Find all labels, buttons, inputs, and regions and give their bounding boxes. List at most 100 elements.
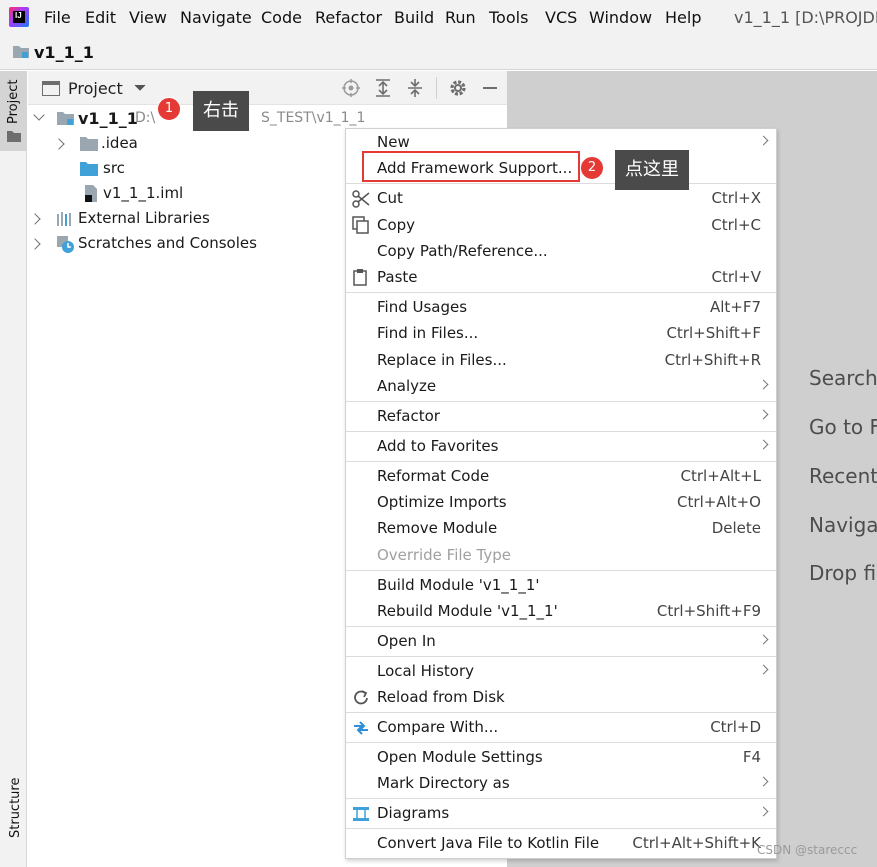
tree-row-external-libraries[interactable]: External Libraries	[28, 208, 346, 230]
shortcut-optimize-imports: Ctrl+Alt+O	[677, 493, 761, 511]
menu-item-remove-module[interactable]: Remove Module	[377, 519, 497, 537]
shortcut-remove-module: Delete	[711, 519, 761, 537]
menu-separator	[346, 401, 776, 402]
window-title: v1_1_1 [D:\PROJDISK	[734, 8, 877, 27]
structure-tab-label[interactable]: Structure	[8, 778, 23, 838]
editor-hint-goto: Go to F	[809, 415, 877, 439]
tree-row-root[interactable]: v1_1_1 D:\ S_TEST\v1_1_1	[28, 108, 507, 130]
left-tool-strip	[0, 71, 27, 867]
project-panel-title[interactable]: Project	[68, 79, 123, 98]
breadcrumb-project[interactable]: v1_1_1	[34, 43, 94, 62]
menu-code[interactable]: Code	[261, 8, 302, 27]
shortcut-paste: Ctrl+V	[711, 268, 761, 286]
shortcut-reformat-code: Ctrl+Alt+L	[680, 467, 762, 485]
menu-item-cut[interactable]: Cut	[377, 189, 403, 207]
menu-item-reload-from-disk[interactable]: Reload from Disk	[377, 688, 505, 706]
menu-item-paste[interactable]: Paste	[377, 268, 418, 286]
chevron-right-icon[interactable]	[29, 238, 41, 250]
step-badge-1: 1	[157, 97, 181, 121]
collapse-all-icon[interactable]	[405, 78, 425, 98]
menu-run[interactable]: Run	[445, 8, 476, 27]
shortcut-cut: Ctrl+X	[711, 189, 761, 207]
menu-separator	[346, 431, 776, 432]
tree-row-idea[interactable]: .idea	[28, 133, 346, 155]
menu-item-mark-directory-as[interactable]: Mark Directory as	[377, 774, 510, 792]
scratches-icon	[57, 236, 74, 253]
menu-item-build-module[interactable]: Build Module 'v1_1_1'	[377, 576, 540, 594]
menu-item-find-in-files[interactable]: Find in Files...	[377, 324, 478, 342]
expand-all-icon[interactable]	[373, 78, 393, 98]
intellij-logo-icon: IJ	[9, 7, 29, 27]
menu-item-optimize-imports[interactable]: Optimize Imports	[377, 493, 507, 511]
hide-panel-icon[interactable]	[481, 78, 499, 98]
library-icon	[57, 212, 71, 226]
callout-step-2: 点这里	[615, 150, 689, 190]
menu-separator	[346, 712, 776, 713]
menu-window[interactable]: Window	[589, 8, 652, 27]
highlight-box	[362, 151, 580, 182]
menu-help[interactable]: Help	[665, 8, 701, 27]
shortcut-find-usages: Alt+F7	[709, 298, 761, 316]
menu-item-refactor[interactable]: Refactor	[377, 407, 440, 425]
copy-icon	[352, 216, 369, 234]
menu-vcs[interactable]: VCS	[545, 8, 577, 27]
menu-separator	[346, 626, 776, 627]
navigation-bar: v1_1_1	[0, 36, 877, 70]
menu-refactor[interactable]: Refactor	[315, 8, 382, 27]
module-folder-icon	[57, 112, 74, 125]
menu-separator	[346, 656, 776, 657]
menu-view[interactable]: View	[129, 8, 167, 27]
callout-step-1: 右击	[193, 91, 249, 131]
shortcut-convert-java-to-kotlin: Ctrl+Alt+Shift+K	[632, 834, 761, 852]
module-folder-icon	[13, 46, 29, 58]
menu-navigate[interactable]: Navigate	[180, 8, 252, 27]
folder-icon	[7, 131, 21, 142]
menu-file[interactable]: File	[44, 8, 71, 27]
shortcut-rebuild-module: Ctrl+Shift+F9	[656, 602, 761, 620]
folder-icon	[80, 137, 98, 151]
compare-icon	[354, 721, 368, 735]
diagram-icon	[353, 807, 369, 821]
source-folder-icon	[80, 162, 98, 176]
menu-item-find-usages[interactable]: Find Usages	[377, 298, 467, 316]
root-module-name: v1_1_1	[78, 109, 138, 128]
gear-icon[interactable]	[448, 78, 468, 98]
tree-item-label: Scratches and Consoles	[78, 234, 257, 252]
menu-item-convert-java-to-kotlin[interactable]: Convert Java File to Kotlin File	[377, 834, 599, 852]
menu-item-new[interactable]: New	[377, 133, 410, 151]
chevron-right-icon[interactable]	[29, 213, 41, 225]
menu-item-copy[interactable]: Copy	[377, 216, 415, 234]
iml-file-icon	[85, 185, 97, 202]
chevron-down-icon[interactable]	[134, 84, 146, 92]
menu-item-replace-in-files[interactable]: Replace in Files...	[377, 351, 507, 369]
menu-item-reformat-code[interactable]: Reformat Code	[377, 467, 489, 485]
menu-item-local-history[interactable]: Local History	[377, 662, 474, 680]
chevron-down-icon[interactable]	[33, 109, 45, 121]
shortcut-open-module-settings: F4	[742, 748, 761, 766]
menu-item-analyze[interactable]: Analyze	[377, 377, 436, 395]
menu-item-diagrams[interactable]: Diagrams	[377, 804, 449, 822]
tree-row-scratches[interactable]: Scratches and Consoles	[28, 233, 346, 255]
menu-edit[interactable]: Edit	[85, 8, 116, 27]
project-tab-label[interactable]: Project	[6, 80, 21, 124]
menu-item-open-in[interactable]: Open In	[377, 632, 436, 650]
tree-item-label: External Libraries	[78, 209, 210, 227]
menu-bar: IJ File Edit View Navigate Code Refactor…	[0, 0, 877, 36]
menu-build[interactable]: Build	[394, 8, 434, 27]
root-path: D:\	[135, 110, 156, 126]
menu-item-compare-with[interactable]: Compare With...	[377, 718, 498, 736]
chevron-right-icon[interactable]	[53, 138, 65, 150]
tree-row-iml[interactable]: v1_1_1.iml	[28, 183, 346, 205]
menu-item-copy-path[interactable]: Copy Path/Reference...	[377, 242, 548, 260]
editor-hint-search: Search	[809, 366, 877, 390]
tree-row-src[interactable]: src	[28, 158, 346, 180]
shortcut-compare-with: Ctrl+D	[710, 718, 761, 736]
menu-item-rebuild-module[interactable]: Rebuild Module 'v1_1_1'	[377, 602, 558, 620]
shortcut-replace-in-files: Ctrl+Shift+R	[664, 351, 761, 369]
menu-item-open-module-settings[interactable]: Open Module Settings	[377, 748, 543, 766]
header-divider	[436, 77, 437, 99]
menu-item-add-to-favorites[interactable]: Add to Favorites	[377, 437, 498, 455]
locate-icon[interactable]	[341, 78, 361, 98]
menu-tools[interactable]: Tools	[489, 8, 528, 27]
editor-hint-navigation: Navigat	[809, 513, 877, 537]
